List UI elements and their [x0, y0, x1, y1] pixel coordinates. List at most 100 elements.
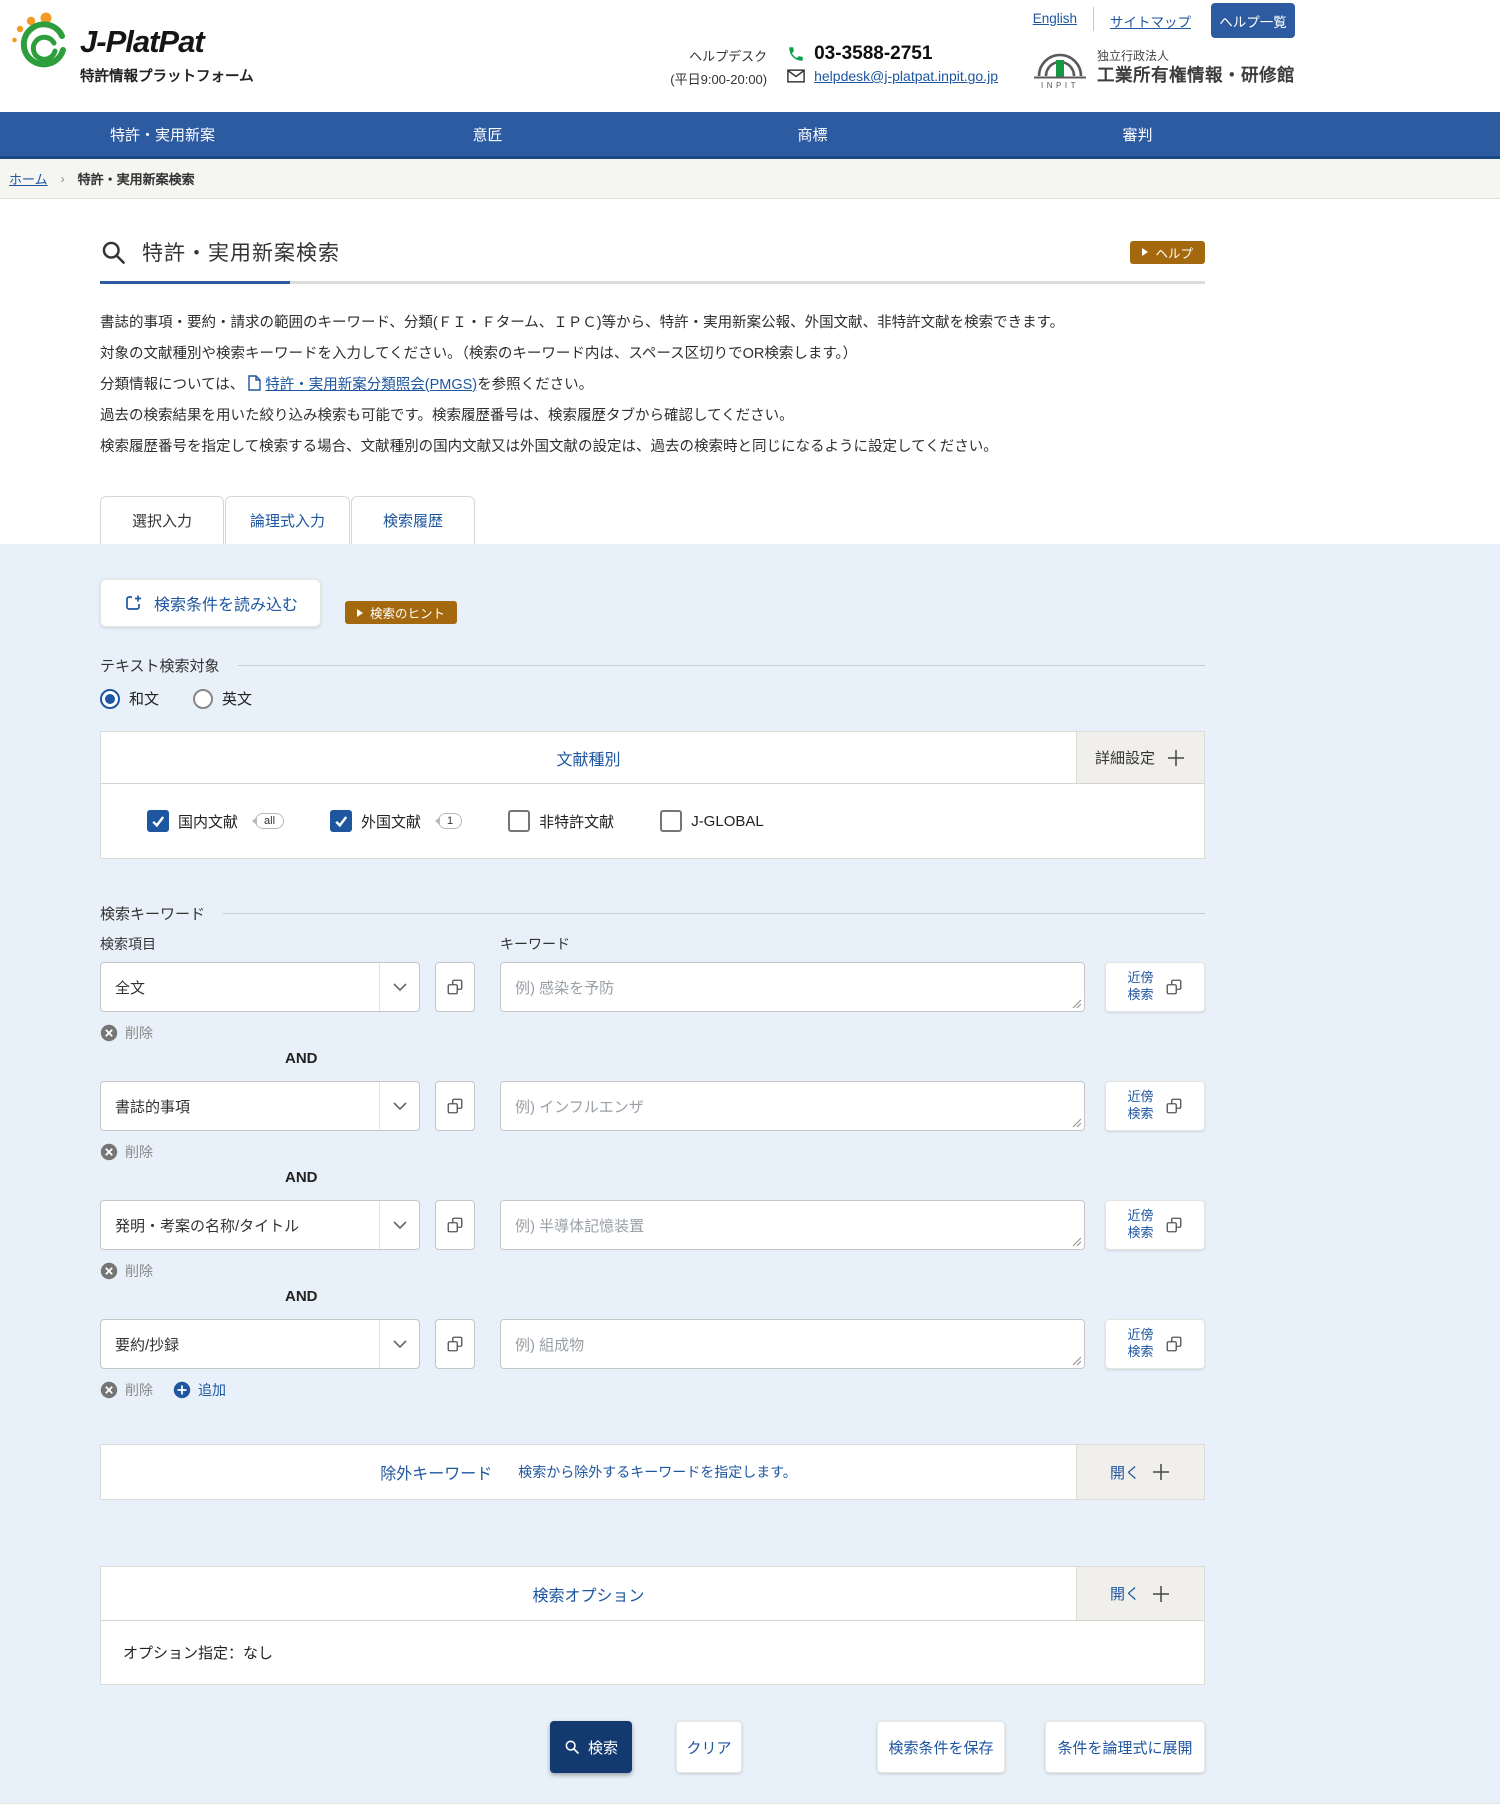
search-options-panel: 検索オプション 開く オプション指定：なし — [100, 1566, 1205, 1685]
and-operator: AND — [285, 1050, 318, 1067]
sitemap-link[interactable]: サイトマップ — [1110, 11, 1191, 31]
search-button[interactable]: 検索 — [550, 1721, 632, 1773]
plus-icon — [1166, 748, 1186, 768]
plus-icon — [1151, 1584, 1171, 1604]
proximity-search-button[interactable]: 近傍検索 — [1105, 1200, 1205, 1250]
help-list-button[interactable]: ヘルプ一覧 — [1211, 3, 1295, 38]
x-circle-icon — [100, 1143, 118, 1161]
field-dialog-button[interactable] — [435, 1081, 475, 1131]
breadcrumb-separator: › — [60, 171, 65, 186]
english-link[interactable]: English — [1033, 11, 1077, 26]
detail-settings-button[interactable]: 詳細設定 — [1076, 732, 1204, 783]
triangle-icon — [357, 608, 364, 617]
radio-option[interactable]: 英文 — [193, 688, 252, 709]
text-target-section-title: テキスト検索対象 — [100, 655, 1205, 676]
dialog-icon — [1165, 1097, 1183, 1115]
field-column-label: 検索項目 — [100, 936, 156, 952]
keyword-input[interactable] — [500, 1200, 1085, 1250]
inpit-logo-icon: INPIT — [1032, 45, 1088, 91]
search-field-select[interactable]: 書誌的事項 — [100, 1081, 420, 1131]
svg-text:INPIT: INPIT — [1041, 81, 1079, 90]
doc-type-panel: 文献種別 詳細設定 国内文献 all 外国文献 1 非特許文献 J-GLOBAL — [100, 731, 1205, 859]
breadcrumb-current: 特許・実用新案検索 — [77, 172, 195, 187]
options-summary: オプション指定：なし — [123, 1645, 274, 1662]
exclude-description: 検索から除外するキーワードを指定します。 — [518, 1464, 797, 1480]
exclude-keyword-panel: 除外キーワード 検索から除外するキーワードを指定します。 開く — [100, 1444, 1205, 1500]
jplatpat-logo[interactable]: J-PlatPat 特許情報プラットフォーム — [10, 10, 254, 86]
keyword-row: AND 書誌的事項 例) インフルエンザ 近傍検索 削除 — [100, 1050, 1205, 1163]
save-conditions-button[interactable]: 検索条件を保存 — [877, 1721, 1005, 1773]
delete-row-link[interactable]: 削除 — [100, 1142, 153, 1162]
search-field-select[interactable]: 発明・考案の名称/タイトル — [100, 1200, 420, 1250]
page-help-button[interactable]: ヘルプ — [1130, 240, 1205, 264]
count-badge: 1 — [438, 813, 463, 829]
radio-option[interactable]: 和文 — [100, 688, 159, 709]
delete-row-link[interactable]: 削除 — [100, 1261, 153, 1281]
exclude-title: 除外キーワード — [380, 1466, 493, 1483]
doc-type-option[interactable]: 非特許文献 — [508, 810, 614, 832]
keyword-input[interactable] — [500, 1319, 1085, 1369]
radio-icon — [193, 688, 214, 709]
resize-handle[interactable] — [1072, 1356, 1082, 1366]
keyword-input[interactable] — [500, 1081, 1085, 1131]
field-dialog-button[interactable] — [435, 1319, 475, 1369]
keyword-section-title: 検索キーワード — [100, 903, 1205, 924]
field-dialog-button[interactable] — [435, 1200, 475, 1250]
resize-handle[interactable] — [1072, 1118, 1082, 1128]
nav-item[interactable]: 特許・実用新案 — [0, 112, 325, 156]
tab[interactable]: 選択入力 — [100, 496, 224, 544]
doc-type-option[interactable]: 国内文献 all — [147, 810, 285, 832]
keyword-row: 全文 例) 感染を予防 近傍検索 削除 — [100, 962, 1205, 1044]
radio-icon — [100, 688, 120, 709]
inpit-logo[interactable]: INPIT 独立行政法人 工業所有権情報・研修館 — [1032, 45, 1295, 91]
proximity-search-button[interactable]: 近傍検索 — [1105, 1081, 1205, 1131]
resize-handle[interactable] — [1072, 999, 1082, 1009]
text-target-options: 和文 英文 — [100, 688, 1205, 709]
search-tabs: 選択入力 論理式入力 検索履歴 — [100, 496, 1500, 544]
search-icon — [564, 1739, 580, 1755]
doc-type-option[interactable]: 外国文献 1 — [330, 810, 463, 832]
count-badge: all — [255, 813, 285, 829]
search-field-select[interactable]: 全文 — [100, 962, 420, 1012]
search-field-select[interactable]: 要約/抄録 — [100, 1319, 420, 1369]
search-hint-button[interactable]: 検索のヒント — [345, 601, 458, 624]
description-line: 過去の検索結果を用いた絞り込み検索も可能です。検索履歴番号は、検索履歴タブから確… — [100, 408, 794, 424]
x-circle-icon — [100, 1262, 118, 1280]
nav-item[interactable]: 審判 — [975, 112, 1300, 156]
proximity-search-button[interactable]: 近傍検索 — [1105, 1319, 1205, 1369]
tab[interactable]: 検索履歴 — [351, 496, 476, 544]
proximity-search-button[interactable]: 近傍検索 — [1105, 962, 1205, 1012]
options-open-button[interactable]: 開く — [1076, 1567, 1204, 1620]
clear-button[interactable]: クリア — [676, 1721, 742, 1773]
chevron-down-icon — [379, 1320, 419, 1368]
description-line-pmgs: 分類情報については、 特許・実用新案分類照会(PMGS)を参照ください。 — [100, 375, 594, 393]
exclude-open-button[interactable]: 開く — [1076, 1445, 1204, 1499]
triangle-icon — [1142, 248, 1149, 256]
dialog-icon — [1165, 1216, 1183, 1234]
helpdesk-info: ヘルプデスク (平日9:00-20:00) — [670, 46, 767, 92]
keyword-column-labels: 検索項目 キーワード — [100, 934, 1205, 954]
expand-to-expression-button[interactable]: 条件を論理式に展開 — [1045, 1721, 1205, 1773]
inpit-org-type: 独立行政法人 — [1097, 49, 1170, 64]
breadcrumb-home-link[interactable]: ホーム — [9, 169, 48, 188]
description-line: 対象の文献種別や検索キーワードを入力してください。（検索のキーワード内は、スペー… — [100, 346, 858, 362]
plus-icon — [1151, 1462, 1171, 1482]
keyword-input[interactable] — [500, 962, 1085, 1012]
delete-row-link[interactable]: 削除 — [100, 1023, 153, 1043]
page-description: 書誌的事項・要約・請求の範囲のキーワード、分類(ＦＩ・Ｆターム、ＩＰＣ)等から、… — [100, 308, 1205, 463]
resize-handle[interactable] — [1072, 1237, 1082, 1247]
description-line: 書誌的事項・要約・請求の範囲のキーワード、分類(ＦＩ・Ｆターム、ＩＰＣ)等から、… — [100, 315, 1065, 331]
field-dialog-button[interactable] — [435, 962, 475, 1012]
pmgs-link[interactable]: 特許・実用新案分類照会(PMGS) — [265, 377, 477, 393]
delete-row-link[interactable]: 削除 — [100, 1380, 153, 1400]
load-conditions-button[interactable]: 検索条件を読み込む — [100, 579, 322, 627]
and-operator: AND — [285, 1169, 318, 1186]
add-row-link[interactable]: 追加 — [173, 1380, 226, 1400]
nav-item[interactable]: 意匠 — [325, 112, 650, 156]
import-icon — [123, 593, 143, 613]
helpdesk-email-link[interactable]: helpdesk@j-platpat.inpit.go.jp — [814, 68, 998, 84]
doc-type-option[interactable]: J-GLOBAL — [660, 810, 764, 832]
tab[interactable]: 論理式入力 — [225, 496, 351, 544]
nav-item[interactable]: 商標 — [650, 112, 975, 156]
footer-strip — [0, 1803, 1500, 1816]
